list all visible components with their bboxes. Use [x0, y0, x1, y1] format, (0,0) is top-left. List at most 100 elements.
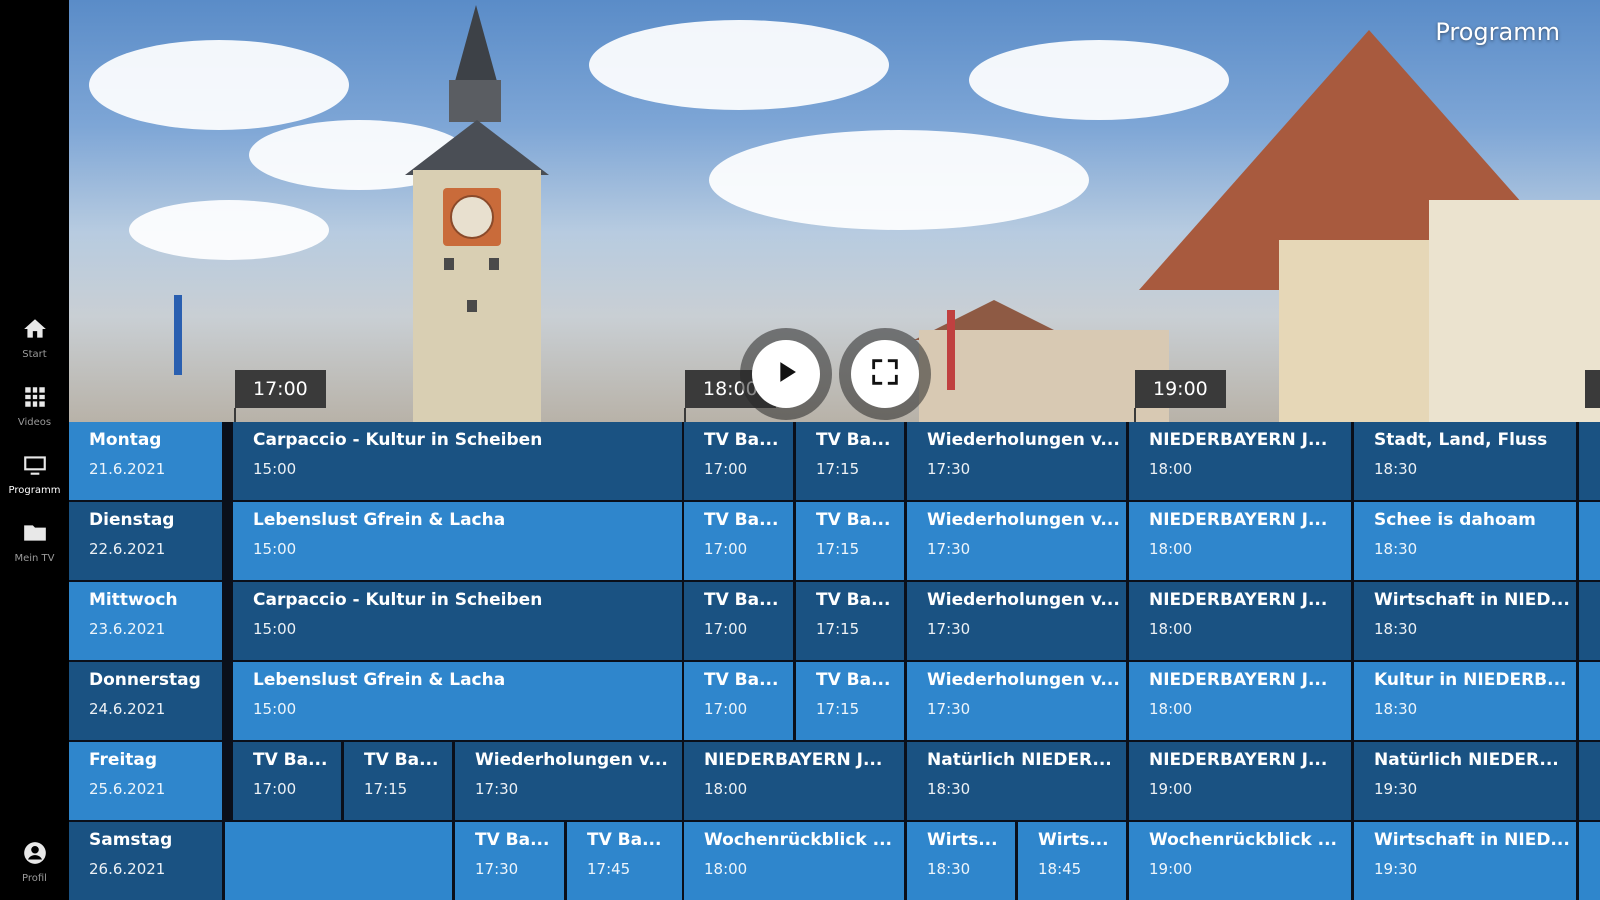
program-cell[interactable]: TV Ba... 17:00	[684, 502, 793, 580]
program-time: 17:00	[704, 460, 748, 478]
program-cell[interactable]: Wiederholungen v... 17:30	[907, 502, 1126, 580]
play-icon	[769, 355, 803, 393]
day-cell[interactable]: Samstag 26.6.2021	[69, 822, 222, 900]
program-cell[interactable]: Wochenrückblick ... 18:00	[684, 822, 904, 900]
program-cell[interactable]: TV Ba... 17:15	[796, 582, 904, 660]
program-time: 18:30	[927, 860, 971, 878]
day-name: Freitag	[89, 750, 158, 770]
program-cell[interactable]: Carpaccio - Kultur in Scheiben 15:00	[233, 422, 682, 500]
program-cell[interactable]: TV Ba... 17:00	[684, 582, 793, 660]
program-time: 18:00	[704, 860, 748, 878]
program-cell[interactable]: Kultur in NIEDERB... 18:30	[1354, 662, 1576, 740]
program-cell[interactable]: NIEDERBAYERN J... 18:00	[1129, 662, 1351, 740]
program-cell[interactable]: Wiederholungen v... 17:30	[455, 742, 682, 820]
program-time: 15:00	[253, 540, 297, 558]
program-cell[interactable]: TV Ba... 17:15	[344, 742, 452, 820]
program-cell[interactable]: TV Ba... 17:45	[567, 822, 682, 900]
program-cell[interactable]: NIEDERBAYERN J... 18:00	[1129, 422, 1351, 500]
program-cell[interactable]: Wiederholungen v... 17:30	[907, 582, 1126, 660]
schedule-row: Mittwoch 23.6.2021 Carpaccio - Kultur in…	[69, 582, 1600, 660]
video-preview[interactable]: Programm	[69, 0, 1600, 422]
program-cell[interactable]: Wiederholungen v... 17:30	[907, 662, 1126, 740]
program-title: NIEDERBAYERN J...	[1149, 750, 1328, 770]
program-cell[interactable]: Wirtschaft in NIED... 18:30	[1354, 582, 1576, 660]
time-label-1700: 17:00	[235, 370, 326, 408]
program-cell[interactable]: Schee is dahoam 18:30	[1354, 502, 1576, 580]
day-date: 25.6.2021	[89, 780, 166, 798]
program-cell[interactable]: Wiederholungen v... 17:30	[907, 422, 1126, 500]
nav-mein-tv[interactable]: Mein TV	[0, 520, 69, 564]
program-time: 17:15	[364, 780, 408, 798]
program-cell[interactable]	[1579, 422, 1600, 500]
program-time: 15:00	[253, 460, 297, 478]
program-title: TV Ba...	[587, 830, 662, 850]
program-title: Carpaccio - Kultur in Scheiben	[253, 590, 543, 610]
program-cell[interactable]: Wirtschaft in NIED... 19:30	[1354, 822, 1576, 900]
program-time: 17:00	[704, 700, 748, 718]
play-button[interactable]	[752, 340, 820, 408]
program-cell[interactable]	[1579, 502, 1600, 580]
cloud	[589, 20, 889, 110]
program-cell[interactable]	[1579, 822, 1600, 900]
day-cell[interactable]: Freitag 25.6.2021	[69, 742, 222, 820]
program-cell[interactable]: TV Ba... 17:15	[796, 422, 904, 500]
program-cell[interactable]: NIEDERBAYERN J... 18:00	[1129, 582, 1351, 660]
nav-profil[interactable]: Profil	[0, 840, 69, 884]
program-title: TV Ba...	[704, 510, 779, 530]
nav-programm[interactable]: Programm	[0, 452, 69, 496]
nav-videos-label: Videos	[17, 417, 52, 428]
program-time: 17:30	[927, 620, 971, 638]
program-cell[interactable]: TV Ba... 17:15	[796, 502, 904, 580]
clock-face	[450, 195, 494, 239]
program-time: 19:00	[1149, 860, 1193, 878]
program-title: Natürlich NIEDER...	[1374, 750, 1559, 770]
window	[467, 300, 477, 312]
program-cell[interactable]	[1579, 662, 1600, 740]
program-cell[interactable]: Lebenslust Gfrein & Lacha 15:00	[233, 662, 682, 740]
program-cell[interactable]: Natürlich NIEDER... 19:30	[1354, 742, 1576, 820]
program-title: NIEDERBAYERN J...	[1149, 510, 1328, 530]
program-cell-empty[interactable]	[225, 822, 452, 900]
nav-videos[interactable]: Videos	[0, 384, 69, 428]
program-title: Wiederholungen v...	[927, 670, 1120, 690]
time-tick	[234, 408, 236, 422]
program-cell[interactable]: Wochenrückblick ... 19:00	[1129, 822, 1351, 900]
schedule-row: Donnerstag 24.6.2021 Lebenslust Gfrein &…	[69, 662, 1600, 740]
tv-icon	[22, 452, 48, 482]
program-cell[interactable]: Carpaccio - Kultur in Scheiben 15:00	[233, 582, 682, 660]
program-cell[interactable]: Wirts... 18:30	[907, 822, 1015, 900]
day-name: Dienstag	[89, 510, 175, 530]
program-time: 17:15	[816, 460, 860, 478]
program-cell[interactable]: Lebenslust Gfrein & Lacha 15:00	[233, 502, 682, 580]
window	[489, 258, 499, 270]
program-time: 17:30	[927, 700, 971, 718]
program-cell[interactable]: TV Ba... 17:00	[684, 662, 793, 740]
day-cell[interactable]: Donnerstag 24.6.2021	[69, 662, 222, 740]
day-cell[interactable]: Dienstag 22.6.2021	[69, 502, 222, 580]
nav-start[interactable]: Start	[0, 316, 69, 360]
day-cell[interactable]: Montag 21.6.2021	[69, 422, 222, 500]
time-tick	[684, 408, 686, 422]
program-cell[interactable]	[1579, 742, 1600, 820]
program-cell[interactable]: NIEDERBAYERN J... 18:00	[1129, 502, 1351, 580]
program-title: Wochenrückblick ...	[704, 830, 893, 850]
program-cell[interactable]: Natürlich NIEDER... 18:30	[907, 742, 1126, 820]
program-cell[interactable]: TV Ba... 17:15	[796, 662, 904, 740]
program-title: Wiederholungen v...	[927, 590, 1120, 610]
program-cell[interactable]: Wirts... 18:45	[1018, 822, 1126, 900]
program-cell[interactable]: TV Ba... 17:00	[233, 742, 341, 820]
fullscreen-button[interactable]	[851, 340, 919, 408]
program-title: NIEDERBAYERN J...	[1149, 430, 1328, 450]
program-cell[interactable]: NIEDERBAYERN J... 18:00	[684, 742, 904, 820]
program-cell[interactable]	[1579, 582, 1600, 660]
day-cell[interactable]: Mittwoch 23.6.2021	[69, 582, 222, 660]
schedule-row: Samstag 26.6.2021 TV Ba... 17:30 TV Ba...…	[69, 822, 1600, 900]
day-date: 21.6.2021	[89, 460, 166, 478]
program-time: 17:45	[587, 860, 631, 878]
program-cell[interactable]: TV Ba... 17:00	[684, 422, 793, 500]
program-cell[interactable]: NIEDERBAYERN J... 19:00	[1129, 742, 1351, 820]
program-title: TV Ba...	[816, 590, 891, 610]
program-title: Carpaccio - Kultur in Scheiben	[253, 430, 543, 450]
program-cell[interactable]: Stadt, Land, Fluss 18:30	[1354, 422, 1576, 500]
program-cell[interactable]: TV Ba... 17:30	[455, 822, 564, 900]
